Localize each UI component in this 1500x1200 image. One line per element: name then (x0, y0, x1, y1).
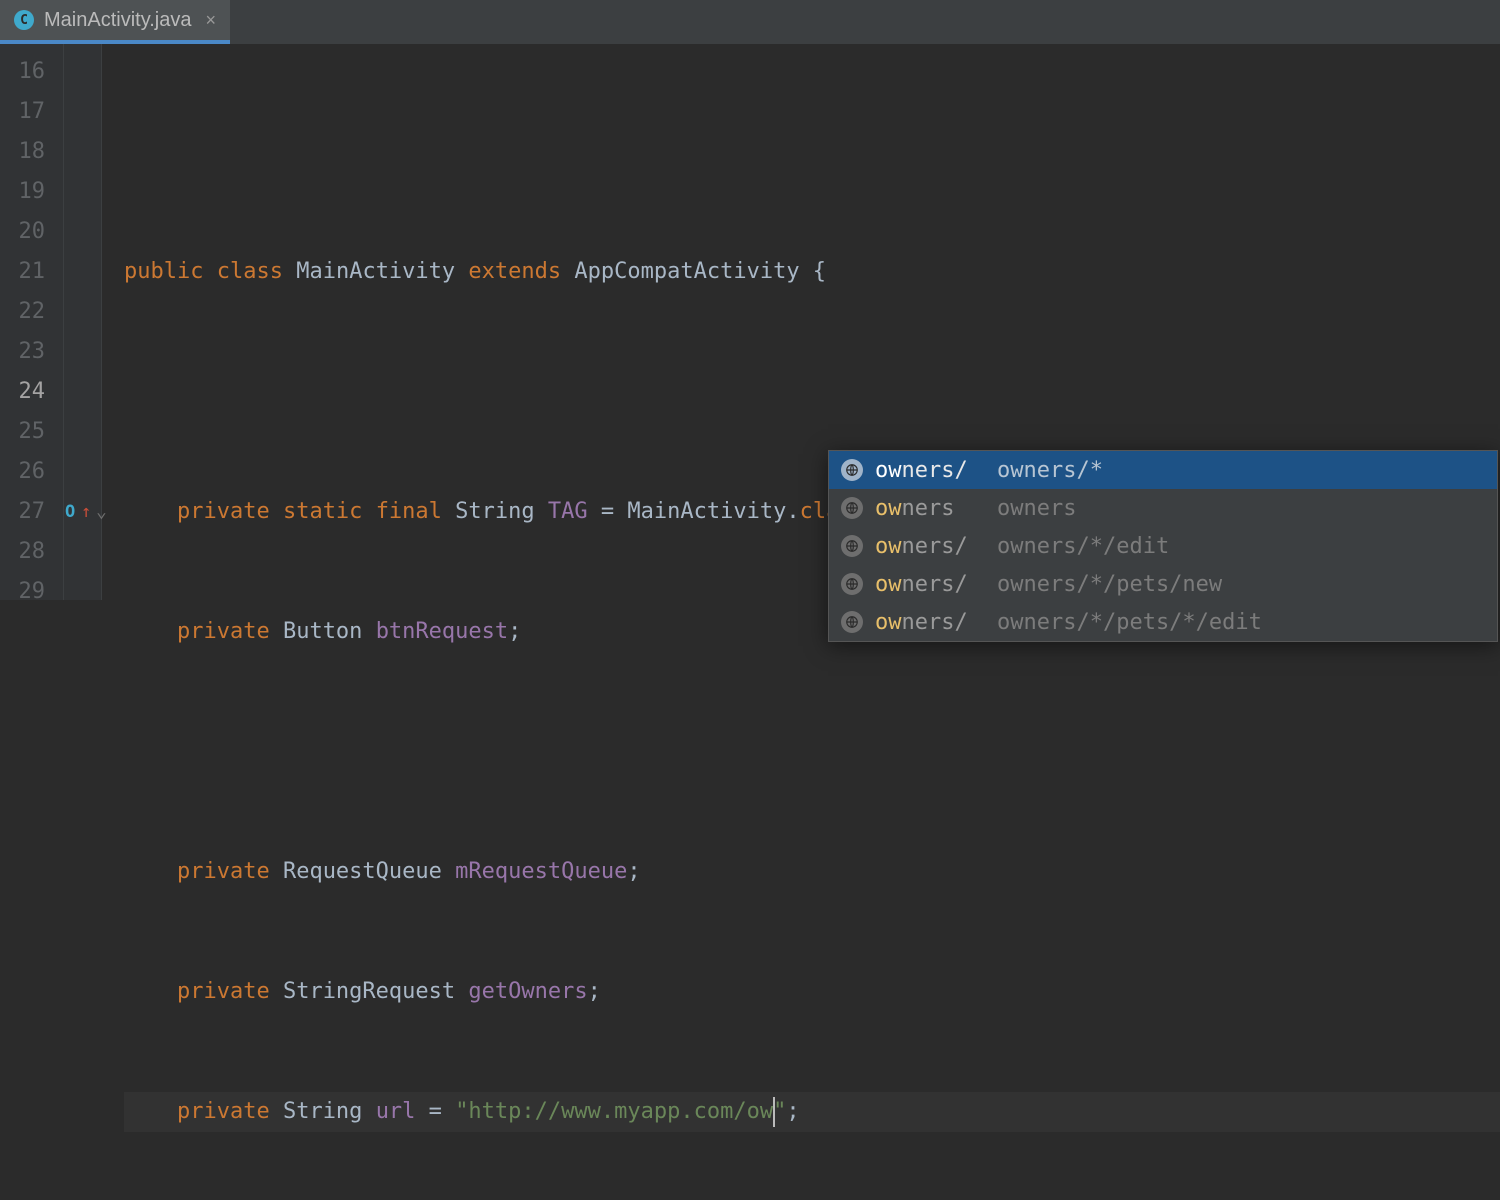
fold-cell (102, 572, 124, 612)
annotation-cell (64, 412, 101, 452)
autocomplete-item[interactable]: owners/owners/*/pets/new (829, 565, 1497, 603)
annotation-cell (64, 252, 101, 292)
code-line (124, 132, 1500, 172)
annotation-cell (64, 132, 101, 172)
completion-detail: owners/*/pets/new (997, 572, 1222, 597)
line-number: 17 (0, 92, 63, 132)
override-icon[interactable]: O (65, 492, 75, 532)
line-number: 16 (0, 52, 63, 92)
fold-cell (102, 92, 124, 132)
code-line: public class MainActivity extends AppCom… (124, 252, 1500, 292)
completion-detail: owners (997, 496, 1076, 521)
globe-icon (841, 497, 863, 519)
line-number: 28 (0, 532, 63, 572)
tab-main-activity[interactable]: C MainActivity.java × (0, 0, 230, 44)
fold-cell (102, 132, 124, 172)
annotation-cell (64, 532, 101, 572)
line-number: 20 (0, 212, 63, 252)
annotation-cell (64, 452, 101, 492)
annotation-cell (64, 292, 101, 332)
annotation-cell (64, 212, 101, 252)
completion-text: owners (875, 496, 985, 521)
globe-icon (841, 535, 863, 557)
gutter: 1617181920212223242526272829 (0, 44, 64, 600)
completion-text: owners/ (875, 572, 985, 597)
completion-detail: owners/*/edit (997, 534, 1169, 559)
autocomplete-item[interactable]: owners/owners/*/pets/*/edit (829, 603, 1497, 641)
fold-cell (102, 212, 124, 252)
fold-cell: ⌄ (102, 492, 124, 532)
line-number: 19 (0, 172, 63, 212)
autocomplete-item[interactable]: owners owners (829, 489, 1497, 527)
line-number: 21 (0, 252, 63, 292)
caret (773, 1097, 775, 1127)
line-number: 29 (0, 572, 63, 612)
globe-icon (841, 573, 863, 595)
annotation-cell (64, 372, 101, 412)
completion-text: owners/ (875, 458, 985, 483)
annotation-cell (64, 572, 101, 612)
class-file-icon: C (14, 10, 34, 30)
editor[interactable]: 1617181920212223242526272829 O↑ ⌄ public… (0, 44, 1500, 600)
annotation-cell (64, 332, 101, 372)
code-line: private RequestQueue mRequestQueue; (124, 852, 1500, 892)
fold-gutter: ⌄ (102, 44, 124, 600)
fold-cell (102, 332, 124, 372)
fold-cell (102, 172, 124, 212)
globe-icon (841, 611, 863, 633)
completion-detail: owners/* (997, 458, 1103, 483)
tab-title: MainActivity.java (44, 9, 191, 32)
annotation-cell (64, 52, 101, 92)
line-number: 25 (0, 412, 63, 452)
code-line: private StringRequest getOwners; (124, 972, 1500, 1012)
line-number: 22 (0, 292, 63, 332)
annotation-cell (64, 172, 101, 212)
fold-cell (102, 532, 124, 572)
tab-bar: C MainActivity.java × (0, 0, 1500, 44)
fold-cell (102, 452, 124, 492)
autocomplete-item[interactable]: owners/owners/* (829, 451, 1497, 489)
line-number: 26 (0, 452, 63, 492)
line-number: 23 (0, 332, 63, 372)
code-line (124, 732, 1500, 772)
completion-text: owners/ (875, 534, 985, 559)
autocomplete-popup[interactable]: owners/owners/* owners owners owners/owners… (828, 450, 1498, 642)
fold-cell (102, 252, 124, 292)
line-number: 27 (0, 492, 63, 532)
fold-cell (102, 372, 124, 412)
line-number: 18 (0, 132, 63, 172)
line-number: 24 (0, 372, 63, 412)
completion-text: owners/ (875, 610, 985, 635)
close-icon[interactable]: × (205, 10, 216, 31)
fold-cell (102, 412, 124, 452)
override-arrow-icon: ↑ (81, 492, 91, 532)
fold-icon[interactable]: ⌄ (96, 492, 107, 532)
code-line-current: private String url = "http://www.myapp.c… (124, 1092, 1500, 1132)
globe-icon (841, 459, 863, 481)
autocomplete-item[interactable]: owners/owners/*/edit (829, 527, 1497, 565)
fold-cell (102, 52, 124, 92)
code-line (124, 372, 1500, 412)
fold-cell (102, 292, 124, 332)
completion-detail: owners/*/pets/*/edit (997, 610, 1262, 635)
annotation-cell (64, 92, 101, 132)
